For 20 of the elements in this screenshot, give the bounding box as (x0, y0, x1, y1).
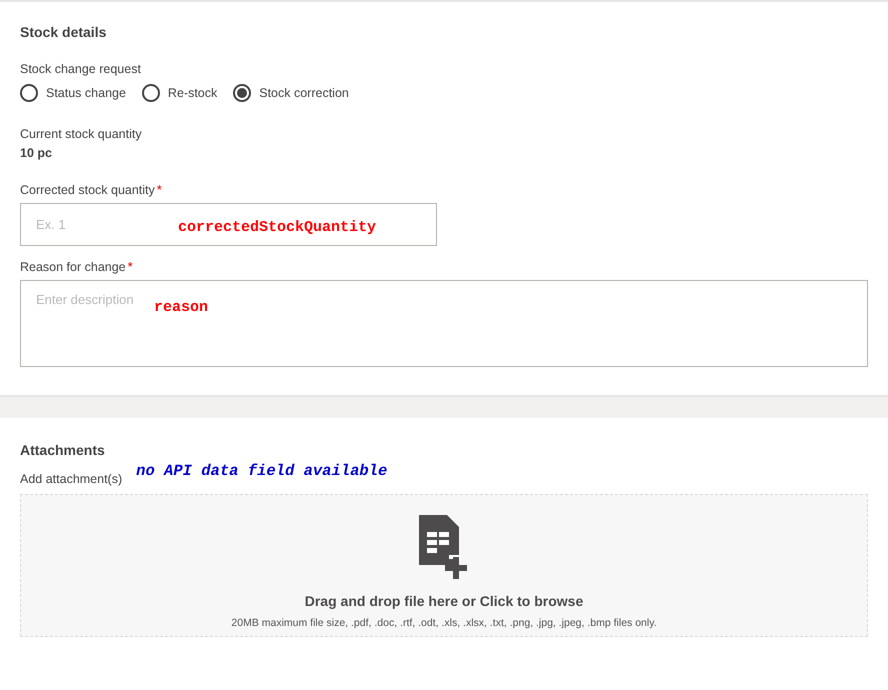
field-label: Current stock quantity (20, 127, 143, 141)
radio-option[interactable]: Status change (20, 84, 126, 102)
field-label: Reason for change (20, 260, 126, 274)
field-label: Corrected stock quantity (20, 182, 155, 196)
section-title: Stock details (20, 24, 108, 40)
annotation: correctedStockQuantity (178, 219, 376, 236)
field-value: 10 pc (20, 146, 53, 160)
dropzone-note: 20MB maximum file size, .pdf, .doc, .rtf, .odt, .xls, .xlsx, .txt, .png, .jpg, .jpeg, .bmp files only. (231, 617, 657, 629)
annotation: reason (154, 299, 208, 316)
required-asterisk: * (156, 182, 162, 197)
required-asterisk: * (128, 259, 133, 274)
field-label: Stock change request (20, 62, 142, 76)
field-label: Add attachment(s) (20, 472, 122, 486)
radio-option[interactable]: Re-stock (142, 84, 218, 102)
section-title: Attachments (20, 442, 106, 458)
dropzone-title: Drag and drop file here or Click to browse (304, 593, 584, 609)
add-document-icon (419, 515, 469, 579)
radio-option[interactable]: Stock correction (233, 84, 349, 102)
annotation: no API data field available (136, 462, 388, 480)
file-dropzone[interactable]: Drag and drop file here or Click to browse 20MB maximum file size, .pdf, .doc, .rtf, .odt, .xls, .xlsx, .txt, .png, .jpg, .jpeg, .bmp files only. (20, 494, 868, 637)
